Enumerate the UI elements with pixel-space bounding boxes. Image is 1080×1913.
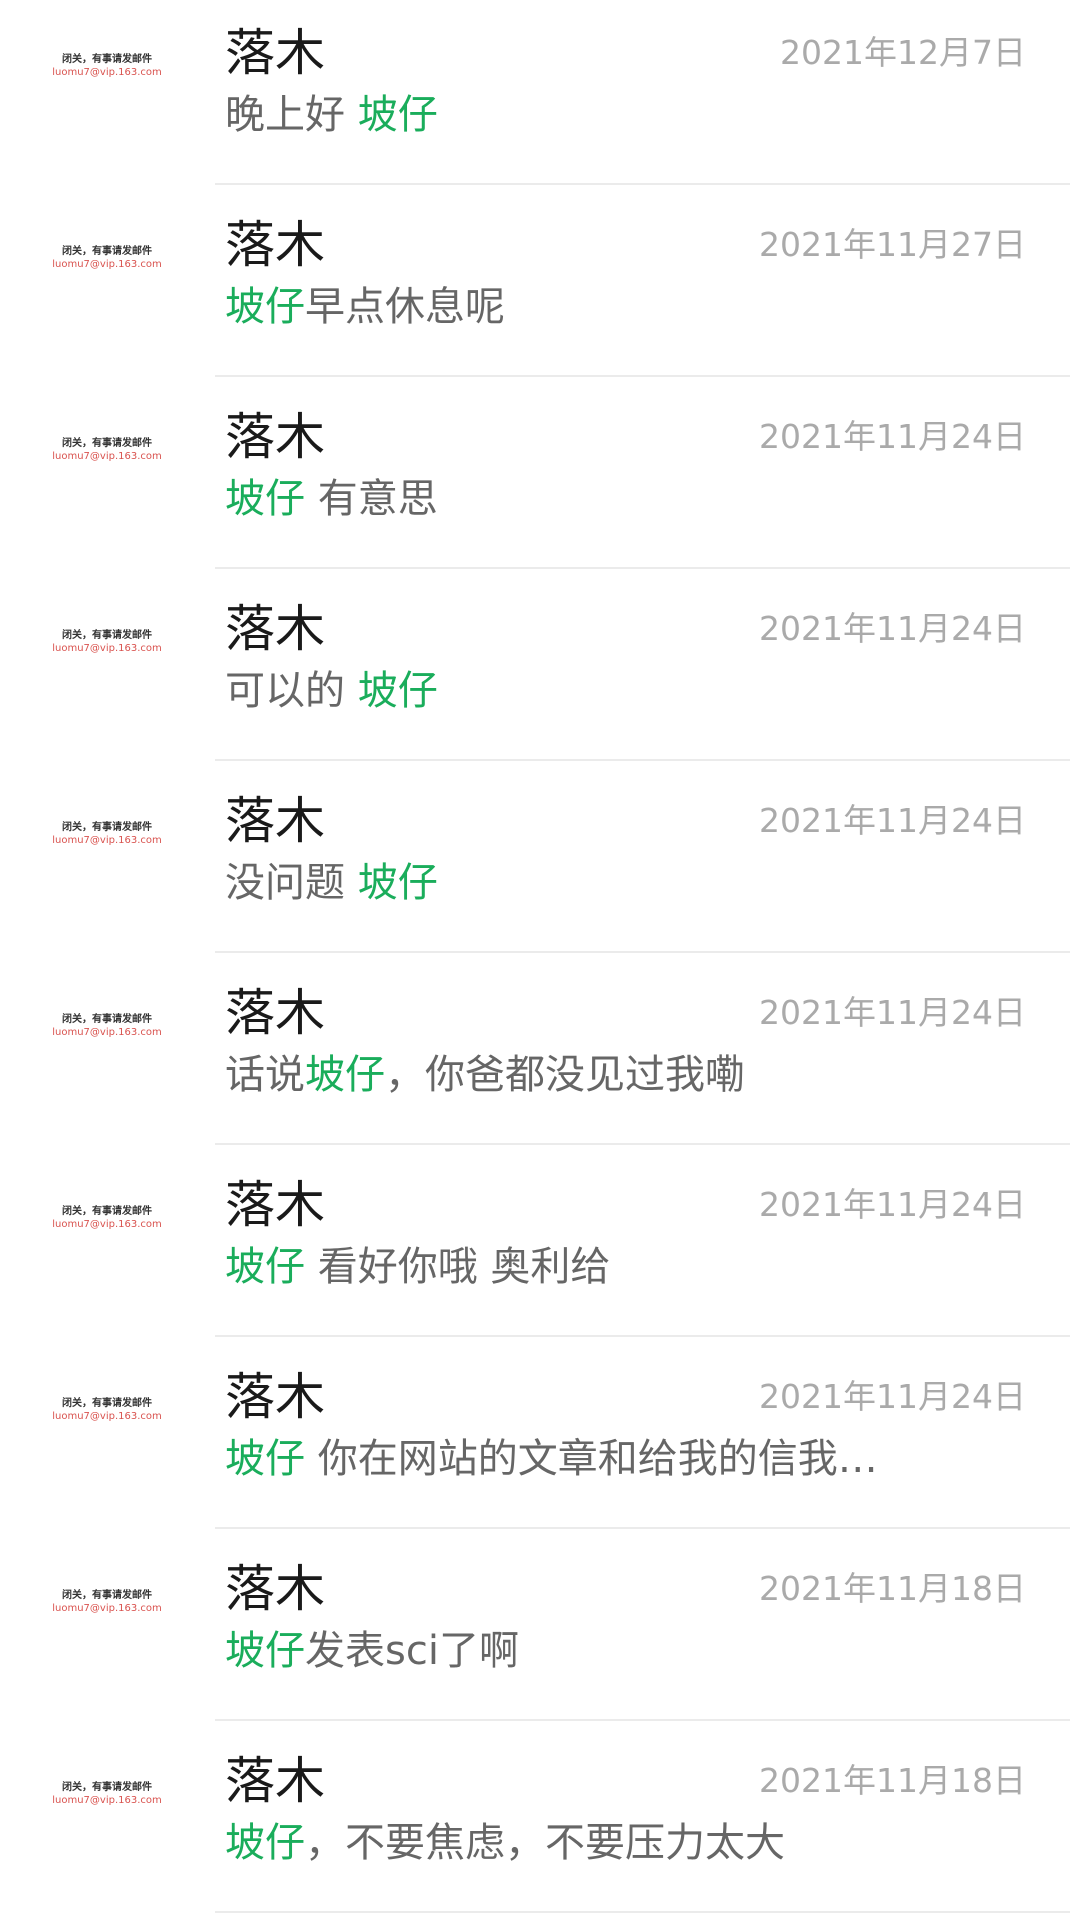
highlighted-keyword: 坡仔 — [225, 1244, 305, 1290]
avatar-text-line2: luomu7@vip.163.com — [52, 1027, 162, 1038]
message-row[interactable]: 闭关，有事请发邮件 luomu7@vip.163.com 落木 2021年11月24日… — [0, 1145, 1080, 1337]
avatar[interactable]: 闭关，有事请发邮件 luomu7@vip.163.com — [44, 1731, 170, 1857]
message-row[interactable]: 闭关，有事请发邮件 luomu7@vip.163.com 落木 2021年11月18日… — [0, 1529, 1080, 1721]
message-preview: 坡仔 有意思 — [225, 474, 965, 524]
avatar-text-line1: 闭关，有事请发邮件 — [62, 54, 152, 65]
preview-text: ，不要焦虑，不要压力太大 — [305, 1820, 785, 1866]
message-date: 2021年11月24日 — [759, 993, 1026, 1032]
message-preview: 坡仔早点休息呢 — [225, 282, 965, 332]
highlighted-keyword: 坡仔 — [225, 476, 305, 522]
avatar-text-line1: 闭关，有事请发邮件 — [62, 438, 152, 449]
sender-name: 落木 — [225, 1176, 325, 1234]
message-date: 2021年11月24日 — [759, 801, 1026, 840]
preview-text: 你在网站的文章和给我的信我… — [305, 1436, 878, 1482]
message-preview: 坡仔 你在网站的文章和给我的信我… — [225, 1434, 965, 1484]
preview-text: 看好你哦 奥利给 — [305, 1244, 611, 1290]
message-row[interactable]: 闭关，有事请发邮件 luomu7@vip.163.com 落木 2021年11月18日… — [0, 1721, 1080, 1913]
message-row[interactable]: 闭关，有事请发邮件 luomu7@vip.163.com 落木 2021年11月24日… — [0, 377, 1080, 569]
sender-name: 落木 — [225, 984, 325, 1042]
avatar[interactable]: 闭关，有事请发邮件 luomu7@vip.163.com — [44, 963, 170, 1089]
avatar[interactable]: 闭关，有事请发邮件 luomu7@vip.163.com — [44, 771, 170, 897]
avatar-text-line1: 闭关，有事请发邮件 — [62, 1782, 152, 1793]
highlighted-keyword: 坡仔 — [225, 1820, 305, 1866]
avatar-text-line1: 闭关，有事请发邮件 — [62, 822, 152, 833]
preview-text: 晚上好 — [225, 92, 358, 138]
preview-text: ，你爸都没见过我嘞 — [385, 1052, 745, 1098]
message-date: 2021年11月24日 — [759, 1377, 1026, 1416]
message-row[interactable]: 闭关，有事请发邮件 luomu7@vip.163.com 落木 2021年11月24日… — [0, 1337, 1080, 1529]
avatar-text-line2: luomu7@vip.163.com — [52, 259, 162, 270]
sender-name: 落木 — [225, 1368, 325, 1426]
message-preview: 话说坡仔，你爸都没见过我嘞 — [225, 1050, 965, 1100]
sender-name: 落木 — [225, 1560, 325, 1618]
message-date: 2021年11月18日 — [759, 1761, 1026, 1800]
highlighted-keyword: 坡仔 — [357, 860, 438, 906]
highlighted-keyword: 坡仔 — [357, 668, 438, 714]
preview-text: 发表sci了啊 — [305, 1628, 519, 1674]
sender-name: 落木 — [225, 216, 325, 274]
message-list: 闭关，有事请发邮件 luomu7@vip.163.com 落木 2021年12月7日晚… — [0, 0, 1080, 1913]
sender-name: 落木 — [225, 408, 325, 466]
preview-text: 没问题 — [225, 860, 358, 906]
avatar[interactable]: 闭关，有事请发邮件 luomu7@vip.163.com — [44, 387, 170, 513]
avatar-text-line2: luomu7@vip.163.com — [52, 643, 162, 654]
highlighted-keyword: 坡仔 — [225, 284, 305, 330]
avatar[interactable]: 闭关，有事请发邮件 luomu7@vip.163.com — [44, 195, 170, 321]
message-preview: 坡仔 看好你哦 奥利给 — [225, 1242, 965, 1292]
avatar-text-line1: 闭关，有事请发邮件 — [62, 246, 152, 257]
sender-name: 落木 — [225, 600, 325, 658]
message-preview: 晚上好 坡仔 — [225, 90, 965, 140]
preview-text: 有意思 — [305, 476, 438, 522]
avatar-text-line1: 闭关，有事请发邮件 — [62, 1590, 152, 1601]
message-date: 2021年11月18日 — [759, 1569, 1026, 1608]
avatar-text-line2: luomu7@vip.163.com — [52, 67, 162, 78]
avatar-text-line1: 闭关，有事请发邮件 — [62, 1206, 152, 1217]
sender-name: 落木 — [225, 792, 325, 850]
preview-text: 可以的 — [225, 668, 358, 714]
avatar-text-line2: luomu7@vip.163.com — [52, 1795, 162, 1806]
avatar-text-line2: luomu7@vip.163.com — [52, 1219, 162, 1230]
avatar-text-line1: 闭关，有事请发邮件 — [62, 1398, 152, 1409]
sender-name: 落木 — [225, 1752, 325, 1810]
message-row[interactable]: 闭关，有事请发邮件 luomu7@vip.163.com 落木 2021年11月24日… — [0, 761, 1080, 953]
highlighted-keyword: 坡仔 — [225, 1436, 305, 1482]
sender-name: 落木 — [225, 24, 325, 82]
preview-text: 早点休息呢 — [305, 284, 505, 330]
message-date: 2021年12月7日 — [780, 33, 1026, 72]
avatar-text-line2: luomu7@vip.163.com — [52, 1411, 162, 1422]
message-preview: 坡仔发表sci了啊 — [225, 1626, 965, 1676]
message-row[interactable]: 闭关，有事请发邮件 luomu7@vip.163.com 落木 2021年11月27日… — [0, 185, 1080, 377]
message-row[interactable]: 闭关，有事请发邮件 luomu7@vip.163.com 落木 2021年11月24日… — [0, 569, 1080, 761]
message-preview: 坡仔，不要焦虑，不要压力太大 — [225, 1818, 965, 1868]
avatar-text-line2: luomu7@vip.163.com — [52, 451, 162, 462]
avatar[interactable]: 闭关，有事请发邮件 luomu7@vip.163.com — [44, 1155, 170, 1281]
avatar[interactable]: 闭关，有事请发邮件 luomu7@vip.163.com — [44, 579, 170, 705]
highlighted-keyword: 坡仔 — [357, 92, 438, 138]
avatar-text-line1: 闭关，有事请发邮件 — [62, 1014, 152, 1025]
message-preview: 没问题 坡仔 — [225, 858, 965, 908]
message-preview: 可以的 坡仔 — [225, 666, 965, 716]
message-row[interactable]: 闭关，有事请发邮件 luomu7@vip.163.com 落木 2021年11月24日… — [0, 953, 1080, 1145]
message-date: 2021年11月24日 — [759, 1185, 1026, 1224]
avatar[interactable]: 闭关，有事请发邮件 luomu7@vip.163.com — [44, 3, 170, 129]
avatar[interactable]: 闭关，有事请发邮件 luomu7@vip.163.com — [44, 1539, 170, 1665]
highlighted-keyword: 坡仔 — [225, 1628, 305, 1674]
preview-text: 话说 — [225, 1052, 305, 1098]
avatar[interactable]: 闭关，有事请发邮件 luomu7@vip.163.com — [44, 1347, 170, 1473]
highlighted-keyword: 坡仔 — [305, 1052, 385, 1098]
avatar-text-line2: luomu7@vip.163.com — [52, 835, 162, 846]
message-row[interactable]: 闭关，有事请发邮件 luomu7@vip.163.com 落木 2021年12月7日晚… — [0, 0, 1080, 185]
message-date: 2021年11月24日 — [759, 609, 1026, 648]
avatar-text-line2: luomu7@vip.163.com — [52, 1603, 162, 1614]
message-date: 2021年11月24日 — [759, 417, 1026, 456]
avatar-text-line1: 闭关，有事请发邮件 — [62, 630, 152, 641]
message-date: 2021年11月27日 — [759, 225, 1026, 264]
